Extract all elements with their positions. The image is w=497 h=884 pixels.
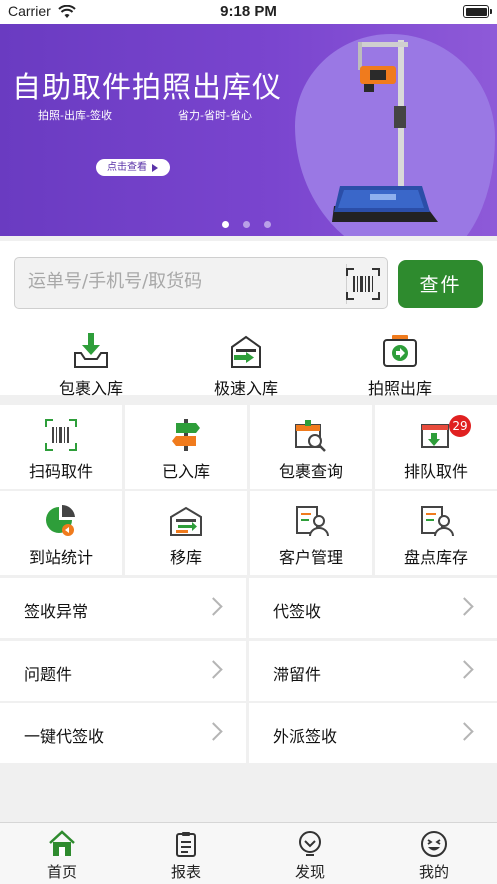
grid-item-inventory-check[interactable]: 盘点库存: [375, 491, 497, 575]
discover-icon: [299, 831, 321, 856]
grid-item-arrival-stats[interactable]: 到站统计: [0, 491, 122, 575]
grid-item-package-search[interactable]: 包裹查询: [250, 405, 372, 489]
grid-item-label: 移库: [169, 548, 202, 567]
quick-action-label: 包裹入库: [58, 379, 123, 398]
quick-action-inbound[interactable]: 包裹入库: [31, 331, 151, 398]
search-input[interactable]: [28, 271, 328, 292]
tab-profile[interactable]: 我的: [372, 823, 496, 884]
barcode-scan-icon: [45, 419, 77, 451]
pie-chart-icon: [46, 504, 75, 536]
grid-item-label: 到站统计: [28, 548, 93, 567]
barcode-scan-icon[interactable]: [345, 267, 381, 301]
grid-item-customer-management[interactable]: 客户管理: [250, 491, 372, 575]
profile-icon: [421, 831, 447, 857]
move-warehouse-icon: [170, 506, 202, 536]
tab-report[interactable]: 报表: [124, 823, 248, 884]
grid-item-scan-pickup[interactable]: 扫码取件: [0, 405, 122, 489]
camera-outbound-icon: [383, 335, 417, 367]
banner-subtitle-left: 拍照-出库-签收: [38, 109, 112, 122]
search-section: 查件 包裹入库 极速入库 拍照出库: [0, 241, 497, 398]
query-button[interactable]: 查件: [398, 260, 483, 308]
menu-row-label: 签收异常: [24, 602, 89, 621]
pager-dot[interactable]: [243, 221, 250, 228]
home-icon: [49, 830, 75, 856]
grid-item-label: 客户管理: [278, 548, 343, 567]
pager-dot[interactable]: [222, 221, 229, 228]
tab-bar: 首页 报表 发现 我的: [0, 822, 497, 884]
inventory-icon: [421, 506, 454, 537]
grid-item-label: 已入库: [161, 462, 210, 481]
menu-row-stranded-item[interactable]: 滞留件: [249, 641, 497, 701]
grid-item-label: 盘点库存: [403, 548, 468, 567]
quick-action-fast-inbound[interactable]: 极速入库: [186, 331, 306, 398]
tab-label: 发现: [294, 863, 325, 881]
chevron-right-icon: [204, 722, 223, 741]
menu-row-label: 滞留件: [273, 665, 322, 684]
menu-row-proxy-sign[interactable]: 代签收: [249, 578, 497, 638]
queue-count-badge: 29: [449, 415, 471, 437]
inbound-tray-icon: [74, 333, 108, 368]
grid-item-move-storage[interactable]: 移库: [125, 491, 247, 575]
banner-title: 自助取件拍照出库仪: [12, 70, 283, 104]
chevron-right-icon: [455, 722, 474, 741]
status-bar: Carrier 9:18 PM: [0, 0, 497, 24]
tab-label: 首页: [46, 863, 77, 881]
banner-view-button[interactable]: 点击查看: [96, 159, 170, 176]
pager-dot[interactable]: [264, 221, 271, 228]
report-icon: [176, 832, 196, 857]
tab-home[interactable]: 首页: [0, 823, 124, 884]
quick-action-photo-outbound[interactable]: 拍照出库: [340, 331, 460, 398]
photo-outbound-device-image: [332, 40, 438, 222]
search-box[interactable]: [14, 257, 388, 309]
banner-pager[interactable]: [222, 213, 285, 232]
tab-label: 报表: [170, 863, 201, 881]
grid-item-label: 包裹查询: [278, 462, 343, 481]
quick-action-label: 拍照出库: [367, 379, 432, 398]
menu-row-problem-item[interactable]: 问题件: [0, 641, 246, 701]
customer-icon: [296, 506, 329, 537]
package-search-icon: [295, 420, 326, 452]
promo-banner[interactable]: 自助取件拍照出库仪 拍照-出库-签收 省力-省时-省心 点击查看: [0, 24, 497, 236]
banner-subtitle-right: 省力-省时-省心: [178, 109, 252, 122]
menu-row-label: 代签收: [273, 602, 322, 621]
grid-item-label: 排队取件: [403, 462, 468, 481]
grid-item-label: 扫码取件: [28, 462, 93, 481]
menu-row-sign-exception[interactable]: 签收异常: [0, 578, 246, 638]
chevron-right-icon: [204, 660, 223, 679]
menu-row-one-click-proxy-sign[interactable]: 一键代签收: [0, 703, 246, 763]
grid-item-queue-pickup[interactable]: 29 排队取件: [375, 405, 497, 489]
chevron-right-icon: [455, 597, 474, 616]
menu-row-label: 问题件: [24, 665, 73, 684]
menu-row-dispatch-sign[interactable]: 外派签收: [249, 703, 497, 763]
chevron-right-icon: [455, 660, 474, 679]
quick-action-label: 极速入库: [213, 379, 278, 398]
clock: 9:18 PM: [220, 3, 277, 20]
battery-icon: [463, 5, 492, 18]
tab-label: 我的: [418, 863, 449, 881]
chevron-right-icon: [204, 597, 223, 616]
signpost-icon: [172, 419, 200, 451]
tab-discover[interactable]: 发现: [248, 823, 372, 884]
fast-warehouse-icon: [231, 335, 261, 368]
menu-row-label: 外派签收: [273, 727, 338, 746]
grid-item-stored[interactable]: 已入库: [125, 405, 247, 489]
menu-row-label: 一键代签收: [24, 727, 105, 746]
